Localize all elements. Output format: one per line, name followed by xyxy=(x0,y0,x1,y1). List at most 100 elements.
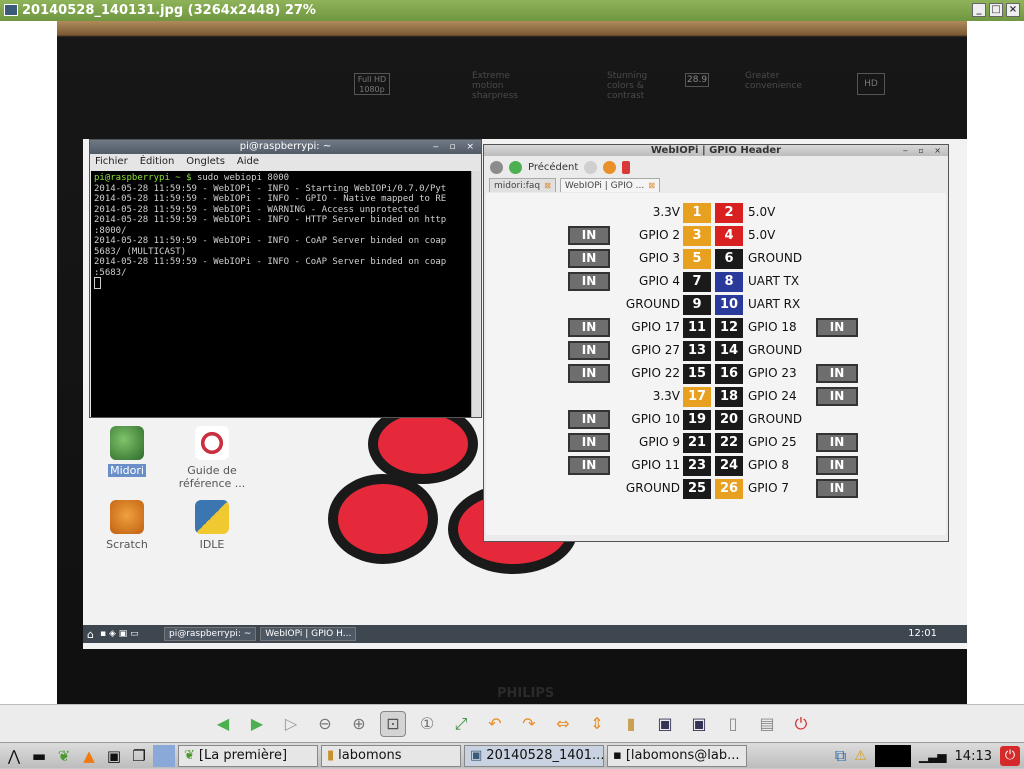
flip-horizontal-icon[interactable]: ⇔ xyxy=(550,711,576,737)
terminal-titlebar[interactable]: pi@raspberrypi: ~ ‒ ▫ × xyxy=(90,140,481,154)
actual-size-icon[interactable]: ① xyxy=(414,711,440,737)
gpio-row: 3.3V 17 18 GPIO 24 IN xyxy=(486,387,942,407)
minimize-button[interactable]: _ xyxy=(972,3,986,17)
pin-number[interactable]: 1 xyxy=(683,203,711,223)
pin-number[interactable]: 21 xyxy=(683,433,711,453)
play-icon[interactable]: ▷ xyxy=(278,711,304,737)
desktop-icon-idle[interactable]: IDLE xyxy=(172,500,252,551)
preferences-icon[interactable]: ▤ xyxy=(754,711,780,737)
pin-number[interactable]: 25 xyxy=(683,479,711,499)
menu-aide[interactable]: Aide xyxy=(237,154,259,170)
file-manager-icon[interactable]: ▬ xyxy=(28,745,50,767)
menu-fichier[interactable]: Fichier xyxy=(95,154,128,170)
save-as-icon[interactable]: ▣ xyxy=(686,711,712,737)
rotate-left-icon[interactable]: ↶ xyxy=(482,711,508,737)
close-tab-icon[interactable]: ⊠ xyxy=(544,181,551,190)
quick-launch-icons[interactable]: ▪ ◈ ▣ ▭ xyxy=(100,629,160,639)
forward-arrow-icon[interactable]: ▶ xyxy=(244,711,270,737)
pin-number[interactable]: 18 xyxy=(715,387,743,407)
flip-vertical-icon[interactable]: ⇕ xyxy=(584,711,610,737)
pin-number[interactable]: 12 xyxy=(715,318,743,338)
rpi-task-terminal[interactable]: pi@raspberrypi: ~ xyxy=(163,627,257,641)
pin-number[interactable]: 7 xyxy=(683,272,711,292)
signal-icon[interactable]: ▁▃▅ xyxy=(919,749,947,763)
pin-number[interactable]: 17 xyxy=(683,387,711,407)
pin-number[interactable]: 23 xyxy=(683,456,711,476)
pin-number[interactable]: 26 xyxy=(715,479,743,499)
terminal-scrollbar[interactable] xyxy=(471,171,480,417)
task-la-premiere[interactable]: ❦ [La première] xyxy=(178,744,318,767)
back-button-label[interactable]: Précédent xyxy=(528,162,578,173)
pin-number[interactable]: 16 xyxy=(715,364,743,384)
pin-label-left: GPIO 10 xyxy=(631,412,680,426)
desktop-icon-guide[interactable]: Guide de référence ... xyxy=(172,426,252,490)
terminal-window[interactable]: pi@raspberrypi: ~ ‒ ▫ × Fichier Édition … xyxy=(89,139,482,418)
desktop-icon-midori[interactable]: Midori xyxy=(87,426,167,477)
pin-number[interactable]: 2 xyxy=(715,203,743,223)
pin-number[interactable]: 3 xyxy=(683,226,711,246)
quit-icon[interactable]: ⏻ xyxy=(788,711,814,737)
rotate-right-icon[interactable]: ↷ xyxy=(516,711,542,737)
pin-number[interactable]: 8 xyxy=(715,272,743,292)
fullscreen-icon[interactable]: ⤢ xyxy=(448,711,474,737)
gpio-direction-button[interactable]: IN xyxy=(816,318,858,337)
delete-icon[interactable]: ▯ xyxy=(720,711,746,737)
reload-icon[interactable] xyxy=(603,160,617,174)
tab-midori-faq[interactable]: midori:faq ⊠ xyxy=(489,178,556,192)
gpio-direction-button[interactable]: IN xyxy=(816,387,858,406)
terminal-output[interactable]: pi@raspberrypi ~ $ sudo webiopi 8000 201… xyxy=(91,171,471,417)
close-tab-icon[interactable]: ⊠ xyxy=(648,181,655,190)
pin-number[interactable]: 22 xyxy=(715,433,743,453)
midori-launcher-icon[interactable]: ❦ xyxy=(53,745,75,767)
back-icon[interactable] xyxy=(509,160,522,174)
forward-icon[interactable] xyxy=(584,160,598,174)
gpio-direction-button[interactable]: IN xyxy=(816,479,858,498)
pin-number[interactable]: 24 xyxy=(715,456,743,476)
tab-webiopi[interactable]: WebIOPi | GPIO ... ⊠ xyxy=(559,178,660,192)
webiopi-window-controls[interactable]: ‒ ▫ × xyxy=(903,145,945,156)
pin-number[interactable]: 5 xyxy=(683,249,711,269)
menu-edition[interactable]: Édition xyxy=(140,154,175,170)
terminal-window-controls[interactable]: ‒ ▫ × xyxy=(433,140,478,154)
task-image-viewer[interactable]: ▣ 20140528_1401... xyxy=(464,744,604,767)
pin-number[interactable]: 19 xyxy=(683,410,711,430)
pin-number[interactable]: 20 xyxy=(715,410,743,430)
pin-number[interactable]: 15 xyxy=(683,364,711,384)
gpio-direction-button[interactable]: IN xyxy=(816,456,858,475)
pin-number[interactable]: 4 xyxy=(715,226,743,246)
open-folder-icon[interactable]: ▮ xyxy=(618,711,644,737)
task-terminal[interactable]: ▪ [labomons@lab... xyxy=(607,744,747,767)
desktop-icon-scratch[interactable]: Scratch xyxy=(87,500,167,551)
start-menu-icon[interactable]: ⋀ xyxy=(3,745,25,767)
desktop-icon[interactable] xyxy=(153,744,175,767)
close-button[interactable]: × xyxy=(1006,3,1020,17)
vlc-icon[interactable]: ▲ xyxy=(78,745,100,767)
windows-icon[interactable]: ❐ xyxy=(128,745,150,767)
task-labomons[interactable]: ▮ labomons xyxy=(321,744,461,767)
pin-number[interactable]: 14 xyxy=(715,341,743,361)
pin-number[interactable]: 11 xyxy=(683,318,711,338)
gpio-direction-button[interactable]: IN xyxy=(816,433,858,452)
webiopi-window[interactable]: WebIOPi | GPIO Header ‒ ▫ × Précédent mi… xyxy=(483,144,949,542)
power-icon[interactable]: ⏻ xyxy=(1000,746,1020,766)
menu-onglets[interactable]: Onglets xyxy=(186,154,225,170)
download-icon[interactable] xyxy=(622,160,631,174)
zoom-out-icon[interactable]: ⊖ xyxy=(312,711,338,737)
terminal-launcher-icon[interactable]: ▣ xyxy=(103,745,125,767)
webiopi-titlebar[interactable]: WebIOPi | GPIO Header ‒ ▫ × xyxy=(484,145,948,156)
zoom-in-icon[interactable]: ⊕ xyxy=(346,711,372,737)
save-icon[interactable]: ▣ xyxy=(652,711,678,737)
menu-icon[interactable] xyxy=(490,160,503,174)
warning-icon[interactable]: ⚠ xyxy=(854,748,867,764)
pin-number[interactable]: 6 xyxy=(715,249,743,269)
fit-window-icon[interactable]: ⊡ xyxy=(380,710,406,737)
rpi-task-webiopi[interactable]: WebIOPi | GPIO H... xyxy=(260,627,357,641)
back-arrow-icon[interactable]: ◀ xyxy=(210,711,236,737)
lxde-menu-icon[interactable]: ⌂ xyxy=(87,628,94,641)
gpio-direction-button[interactable]: IN xyxy=(816,364,858,383)
pin-number[interactable]: 10 xyxy=(715,295,743,315)
maximize-button[interactable]: □ xyxy=(989,3,1003,17)
pin-number[interactable]: 13 xyxy=(683,341,711,361)
pin-number[interactable]: 9 xyxy=(683,295,711,315)
network-icon[interactable]: ⧉ xyxy=(835,746,846,766)
